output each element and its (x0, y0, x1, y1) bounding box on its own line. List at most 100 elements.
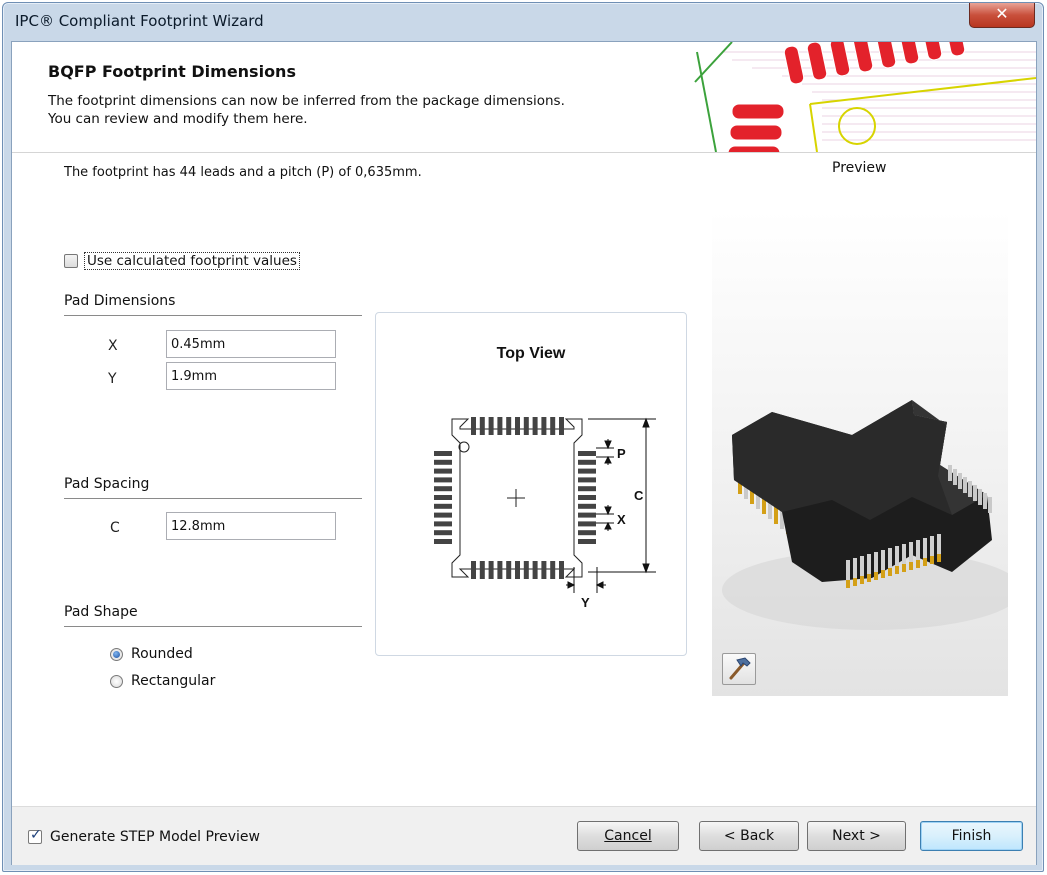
chip-pin-front-tip (902, 564, 906, 572)
footprint-pad-top (559, 417, 564, 435)
footprint-diagram: P C X Y (434, 417, 656, 610)
chip-pin-front-tip (937, 554, 941, 562)
footprint-pad-left (434, 451, 452, 456)
footprint-info-text: The footprint has 44 leads and a pitch (… (64, 165, 422, 180)
footprint-pad-top (515, 417, 520, 435)
spacing-c-label: C (634, 488, 644, 503)
footprint-pad-bottom (532, 561, 538, 579)
generate-step-checkbox[interactable] (28, 827, 42, 844)
chip-pin-front (895, 546, 899, 568)
footprint-pad-bottom (559, 561, 564, 579)
radio-rounded[interactable]: Rounded (110, 646, 193, 662)
footprint-pad-left (434, 477, 452, 483)
footprint-pad-right (578, 530, 596, 536)
chip-pin-front (853, 558, 857, 580)
pad-x-label: X (108, 338, 118, 354)
chip-pin-front-tip (888, 568, 892, 576)
footprint-pad-left (434, 503, 452, 509)
footprint-pad-right (578, 451, 596, 456)
footprint-pad-bottom (479, 561, 485, 579)
footprint-pad-right (578, 503, 596, 509)
footprint-pad-top (497, 417, 503, 435)
footprint-pad-top (532, 417, 538, 435)
footprint-pad-left (434, 539, 452, 544)
footprint-pad-right (578, 495, 596, 500)
chip-pin-front (881, 550, 885, 572)
chip-pin-front-tip (860, 576, 864, 584)
radio-rounded-button[interactable] (110, 647, 123, 661)
chip-pin-front-tip (930, 556, 934, 564)
wizard-client: BQFP Footprint Dimensions The footprint … (11, 41, 1037, 865)
footprint-pad-bottom (471, 561, 476, 579)
cancel-button[interactable]: Cancel (577, 821, 679, 851)
pad-x-input[interactable] (166, 330, 336, 358)
chip-pin-front-tip (895, 566, 899, 574)
hammer-icon (729, 657, 751, 680)
footprint-pad-left (434, 468, 452, 474)
use-calculated-checkbox-row[interactable]: Use calculated footprint values (64, 252, 300, 270)
chip-pin-front-tip (846, 580, 850, 588)
chip-pin-front (923, 538, 927, 560)
preview-settings-button[interactable] (722, 653, 756, 685)
chip-pin-front (902, 544, 906, 566)
footprint-pad-right (578, 512, 596, 518)
chip-pin-right (978, 489, 982, 505)
chip-pin-right (958, 473, 962, 489)
radio-rectangular[interactable]: Rectangular (110, 673, 215, 689)
chip-pin-front-tip (867, 574, 871, 582)
chip-pin-front-tip (916, 560, 920, 568)
footprint-pad-right (578, 521, 596, 527)
generate-step-label[interactable]: Generate STEP Model Preview (50, 829, 260, 845)
chip-pin-right (988, 497, 992, 513)
footprint-pad-left (434, 530, 452, 536)
chip-pin-right (973, 485, 977, 501)
footprint-pad-right (578, 539, 596, 544)
pad-spacing-heading: Pad Spacing (64, 476, 362, 499)
footprint-pad-top (550, 417, 556, 435)
footprint-pad-left (434, 486, 452, 492)
pad-y-input[interactable] (166, 362, 336, 390)
footprint-pad-left (434, 459, 452, 465)
footprint-pad-top (541, 417, 547, 435)
footprint-pad-bottom (506, 561, 512, 579)
use-calculated-checkbox[interactable] (64, 254, 78, 268)
chip-pin-front-tip (881, 570, 885, 578)
wizard-window: IPC® Compliant Footprint Wizard ✕ BQFP F… (2, 2, 1044, 872)
chip-pin-front-tip (909, 562, 913, 570)
cancel-button-label: Cancel (604, 828, 652, 844)
footprint-pad-top (471, 417, 476, 435)
use-calculated-label[interactable]: Use calculated footprint values (84, 252, 300, 270)
top-pads (471, 417, 564, 435)
chip-pin-right (948, 465, 952, 481)
close-icon: ✕ (995, 4, 1009, 23)
back-button[interactable]: < Back (699, 821, 799, 851)
radio-rectangular-label: Rectangular (131, 673, 216, 689)
footprint-pad-bottom (550, 561, 556, 579)
page-title: BQFP Footprint Dimensions (48, 62, 296, 81)
pad-shape-heading: Pad Shape (64, 604, 362, 627)
next-button[interactable]: Next > (807, 821, 906, 851)
pad-c-input[interactable] (166, 512, 336, 540)
chip-pin-right (953, 469, 957, 485)
footprint-pad-bottom (523, 561, 529, 579)
close-button[interactable]: ✕ (969, 3, 1035, 28)
chip-pin-front (867, 554, 871, 576)
chip-pin-front (930, 536, 934, 558)
3d-preview-viewport[interactable] (712, 210, 1022, 696)
chip-pin-right (963, 477, 967, 493)
page-description-line-2: You can review and modify them here. (48, 111, 308, 127)
generate-step-checkbox-row[interactable]: Generate STEP Model Preview (28, 827, 260, 845)
footprint-pad-right (578, 468, 596, 474)
chip-pin-front (874, 552, 878, 574)
chip-pin-front (937, 534, 941, 556)
footprint-pad-top (488, 417, 494, 435)
footprint-pad-right (578, 477, 596, 483)
page-description: The footprint dimensions can now be infe… (48, 92, 565, 128)
pad-dimensions-heading: Pad Dimensions (64, 293, 362, 316)
footprint-pad-bottom (497, 561, 503, 579)
finish-button[interactable]: Finish (920, 821, 1023, 851)
footprint-pad-top (479, 417, 485, 435)
width-x-label: X (617, 512, 626, 527)
title-bar[interactable]: IPC® Compliant Footprint Wizard ✕ (3, 3, 1043, 37)
radio-rectangular-button[interactable] (110, 674, 123, 688)
